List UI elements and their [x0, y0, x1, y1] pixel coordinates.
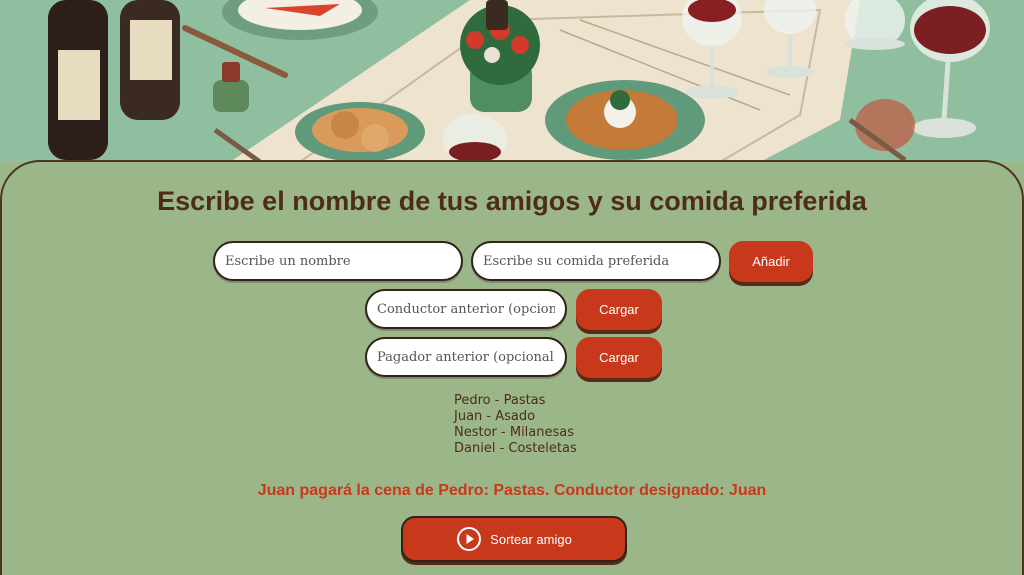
list-item: Daniel - Costeletas	[454, 441, 577, 456]
load-previous-payer-button[interactable]: Cargar	[576, 337, 662, 378]
previous-driver-input[interactable]	[365, 289, 567, 329]
list-item: Juan - Asado	[454, 409, 536, 424]
friends-list: Pedro - Pastas Juan - Asado Nestor - Mil…	[454, 393, 577, 457]
load-previous-driver-button[interactable]: Cargar	[576, 289, 662, 330]
play-circle-icon	[456, 526, 482, 552]
draw-friend-button[interactable]: Sortear amigo	[401, 516, 627, 562]
draw-result: Juan pagará la cena de Pedro: Pastas. Co…	[257, 482, 767, 499]
favorite-food-input[interactable]	[471, 241, 721, 281]
main-card: Escribe el nombre de tus amigos y su com…	[0, 160, 1024, 575]
list-item: Nestor - Milanesas	[454, 425, 575, 440]
banner-image	[0, 0, 1024, 162]
add-friend-button[interactable]: Añadir	[729, 241, 813, 282]
list-item: Pedro - Pastas	[454, 393, 546, 408]
draw-friend-label: Sortear amigo	[490, 531, 572, 547]
dinner-table-illustration	[0, 0, 1024, 162]
friend-name-input[interactable]	[213, 241, 463, 281]
page-title: Escribe el nombre de tus amigos y su com…	[157, 186, 867, 216]
previous-payer-input[interactable]	[365, 337, 567, 377]
